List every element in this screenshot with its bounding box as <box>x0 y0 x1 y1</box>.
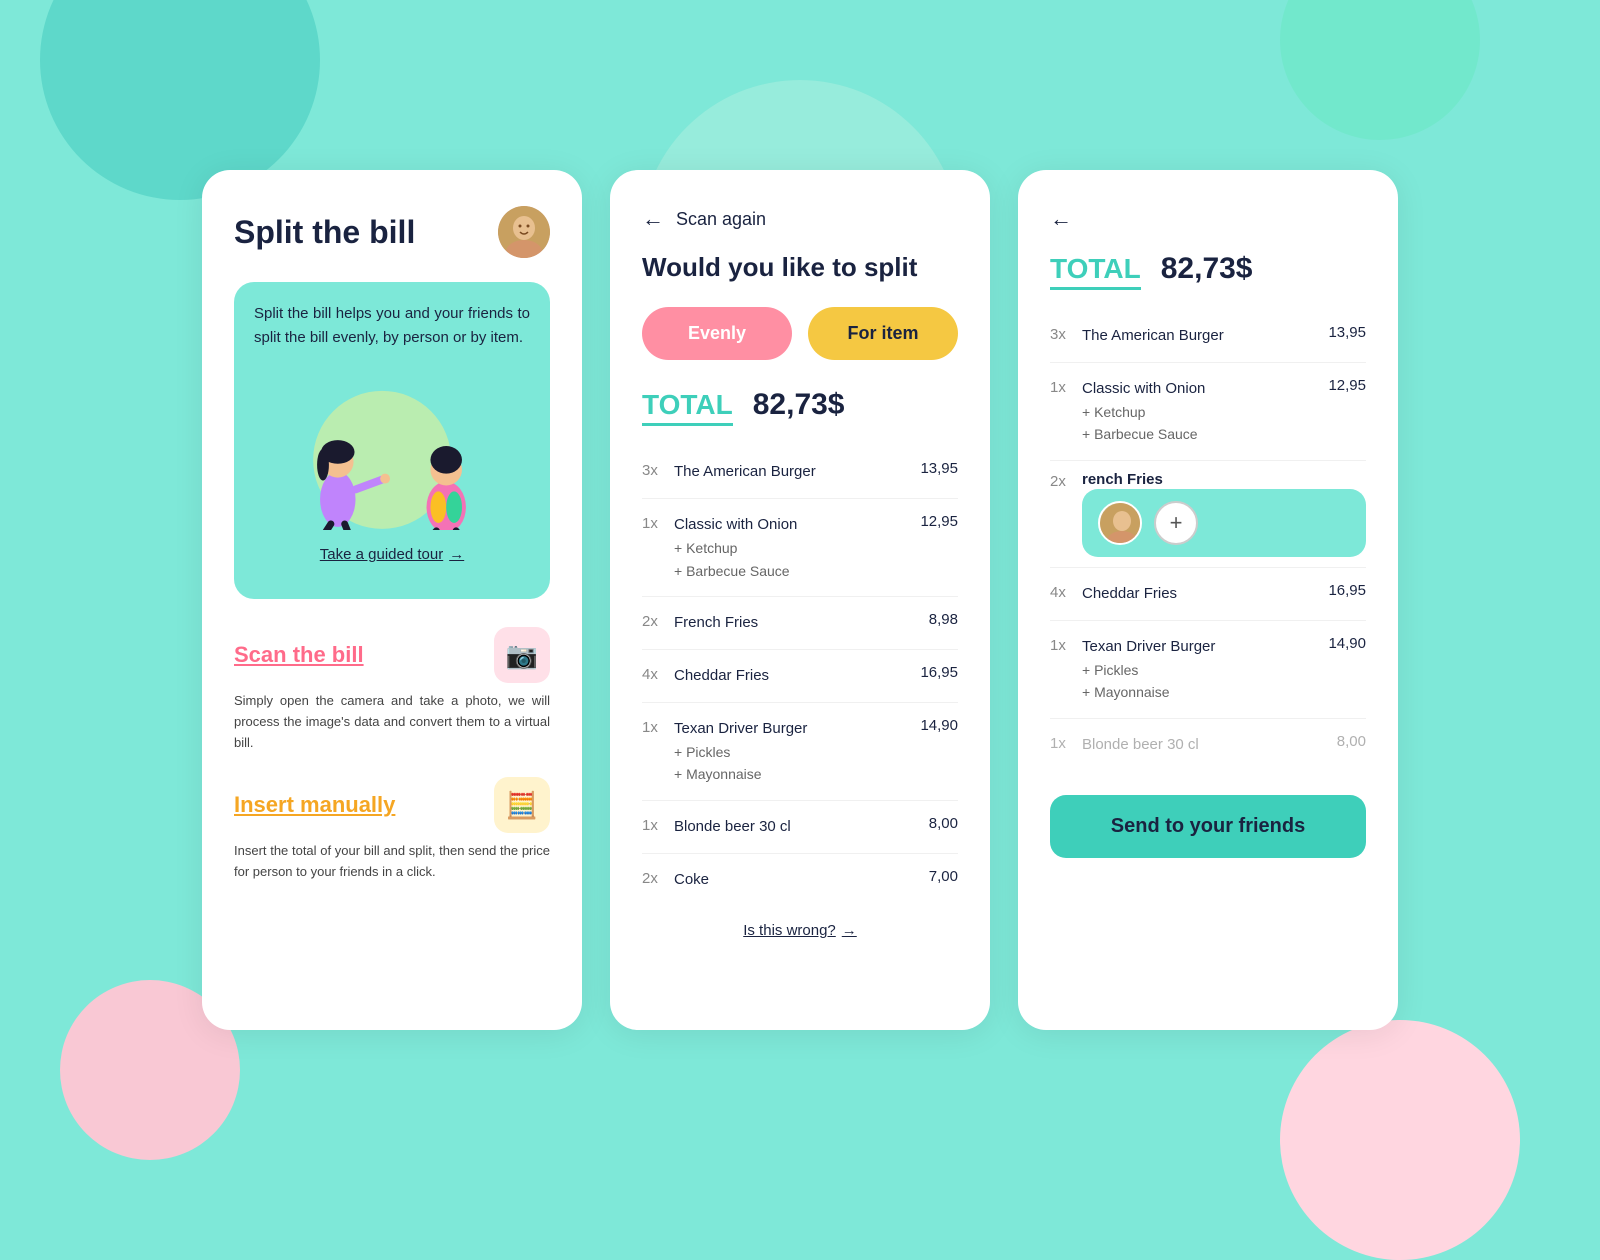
card-foritem-detail: ← TOTAL 82,73$ 3x The American Burger 13… <box>1018 170 1398 1030</box>
item-name: Coke <box>674 868 908 892</box>
table-row: 4x Cheddar Fries 16,95 <box>1050 568 1366 621</box>
table-row: 4x Cheddar Fries 16,95 <box>642 650 958 703</box>
item-name: Cheddar Fries <box>1082 582 1316 606</box>
item-price: 8,00 <box>908 815 958 832</box>
scan-header: Scan the bill 📷 <box>234 627 550 683</box>
table-row: 3x The American Burger 13,95 <box>642 446 958 499</box>
arrow-right-icon: → <box>449 546 464 563</box>
card1-hero-text: Split the bill helps you and your friend… <box>254 302 530 350</box>
item-price: 13,95 <box>908 460 958 477</box>
card1-title: Split the bill <box>234 214 415 251</box>
guided-tour-link[interactable]: Take a guided tour → <box>254 546 530 563</box>
scan-again-label: Scan again <box>676 209 766 230</box>
item-price: 13,95 <box>1316 324 1366 341</box>
total-amount: 82,73$ <box>753 388 845 422</box>
card3-total-label: TOTAL <box>1050 253 1141 290</box>
item-price: 14,90 <box>1316 635 1366 652</box>
wrong-link[interactable]: Is this wrong? → <box>642 906 958 939</box>
item-name: rench Fries + <box>1082 471 1366 557</box>
item-name: Cheddar Fries <box>674 664 908 688</box>
item-qty: 2x <box>642 868 674 887</box>
table-row: 2x Coke 7,00 <box>642 854 958 906</box>
table-row: 1x Classic with Onion+ Ketchup+ Barbecue… <box>642 499 958 597</box>
table-row: 2x French Fries 8,98 <box>642 597 958 650</box>
table-row: 1x Texan Driver Burger+ Pickles+ Mayonna… <box>642 703 958 801</box>
card-scan-result: ← Scan again Would you like to split Eve… <box>610 170 990 1030</box>
item-qty: 1x <box>1050 733 1082 752</box>
item-qty: 2x <box>642 611 674 630</box>
back-button[interactable]: ← <box>642 206 664 232</box>
card1-hero-section: Split the bill helps you and your friend… <box>234 282 550 599</box>
table-row: 2xrench Fries + <box>1050 461 1366 568</box>
avatar <box>498 206 550 258</box>
item-qty: 4x <box>1050 582 1082 601</box>
card3-nav: ← <box>1050 206 1366 232</box>
item-price: 16,95 <box>908 664 958 681</box>
scan-desc: Simply open the camera and take a photo,… <box>234 691 550 753</box>
item-name: Texan Driver Burger+ Pickles+ Mayonnaise <box>1082 635 1316 704</box>
item-name: Blonde beer 30 cl <box>674 815 908 839</box>
split-question: Would you like to split <box>642 252 958 283</box>
item-qty: 1x <box>1050 377 1082 396</box>
item-price: 14,90 <box>908 717 958 734</box>
item-price: 16,95 <box>1316 582 1366 599</box>
guided-tour-text: Take a guided tour <box>320 546 443 563</box>
item-price: 7,00 <box>908 868 958 885</box>
item-qty: 4x <box>642 664 674 683</box>
table-row: 3x The American Burger 13,95 <box>1050 310 1366 363</box>
table-row: 1x Blonde beer 30 cl 8,00 <box>642 801 958 854</box>
arrow-icon: → <box>842 922 857 939</box>
item-name: Classic with Onion+ Ketchup+ Barbecue Sa… <box>674 513 908 582</box>
highlighted-item-row: + <box>1082 489 1366 557</box>
item-price: 12,95 <box>908 513 958 530</box>
item-qty: 1x <box>1050 635 1082 654</box>
foritem-button[interactable]: For item <box>808 307 958 360</box>
item-qty: 2x <box>1050 471 1082 490</box>
item-name: Classic with Onion+ Ketchup+ Barbecue Sa… <box>1082 377 1316 446</box>
camera-icon[interactable]: 📷 <box>494 627 550 683</box>
total-label: TOTAL <box>642 389 733 426</box>
table-row: 1x Texan Driver Burger+ Pickles+ Mayonna… <box>1050 621 1366 719</box>
evenly-button[interactable]: Evenly <box>642 307 792 360</box>
split-options: Evenly For item <box>642 307 958 360</box>
item-qty: 1x <box>642 815 674 834</box>
hero-illustration <box>254 370 530 530</box>
manual-title: Insert manually <box>234 792 395 818</box>
item-qty: 1x <box>642 717 674 736</box>
total-row: TOTAL 82,73$ <box>642 388 958 426</box>
table-row: 1x Classic with Onion+ Ketchup+ Barbecue… <box>1050 363 1366 461</box>
item-name: The American Burger <box>674 460 908 484</box>
item-name: French Fries <box>674 611 908 635</box>
scan-section: Scan the bill 📷 Simply open the camera a… <box>234 627 550 753</box>
item-name: Blonde beer 30 cl <box>1082 733 1316 757</box>
bill-items-list: 3x The American Burger 13,95 1x Classic … <box>642 446 958 906</box>
wrong-link-text: Is this wrong? <box>743 922 836 939</box>
calculator-icon[interactable]: 🧮 <box>494 777 550 833</box>
cards-container: Split the bill Split the bill helps you … <box>122 110 1478 1090</box>
item-qty: 3x <box>1050 324 1082 343</box>
item-price: 8,00 <box>1316 733 1366 750</box>
send-to-friends-button[interactable]: Send to your friends <box>1050 795 1366 858</box>
manual-section: Insert manually 🧮 Insert the total of yo… <box>234 777 550 883</box>
item-name: The American Burger <box>1082 324 1316 348</box>
card3-back-button[interactable]: ← <box>1050 206 1072 232</box>
manual-header: Insert manually 🧮 <box>234 777 550 833</box>
item-qty: 1x <box>642 513 674 532</box>
item-price: 8,98 <box>908 611 958 628</box>
card-intro: Split the bill Split the bill helps you … <box>202 170 582 1030</box>
item-price: 12,95 <box>1316 377 1366 394</box>
item-name: Texan Driver Burger+ Pickles+ Mayonnaise <box>674 717 908 786</box>
manual-desc: Insert the total of your bill and split,… <box>234 841 550 883</box>
card2-nav: ← Scan again <box>642 206 958 232</box>
add-person-button[interactable]: + <box>1154 501 1198 545</box>
card1-header: Split the bill <box>234 206 550 258</box>
scan-title: Scan the bill <box>234 642 364 668</box>
item-qty: 3x <box>642 460 674 479</box>
card3-total-row: TOTAL 82,73$ <box>1050 252 1366 290</box>
avatar <box>1098 501 1142 545</box>
card3-bill-items: 3x The American Burger 13,95 1x Classic … <box>1050 310 1366 771</box>
table-row: 1x Blonde beer 30 cl 8,00 <box>1050 719 1366 771</box>
card3-total-amount: 82,73$ <box>1161 252 1253 286</box>
